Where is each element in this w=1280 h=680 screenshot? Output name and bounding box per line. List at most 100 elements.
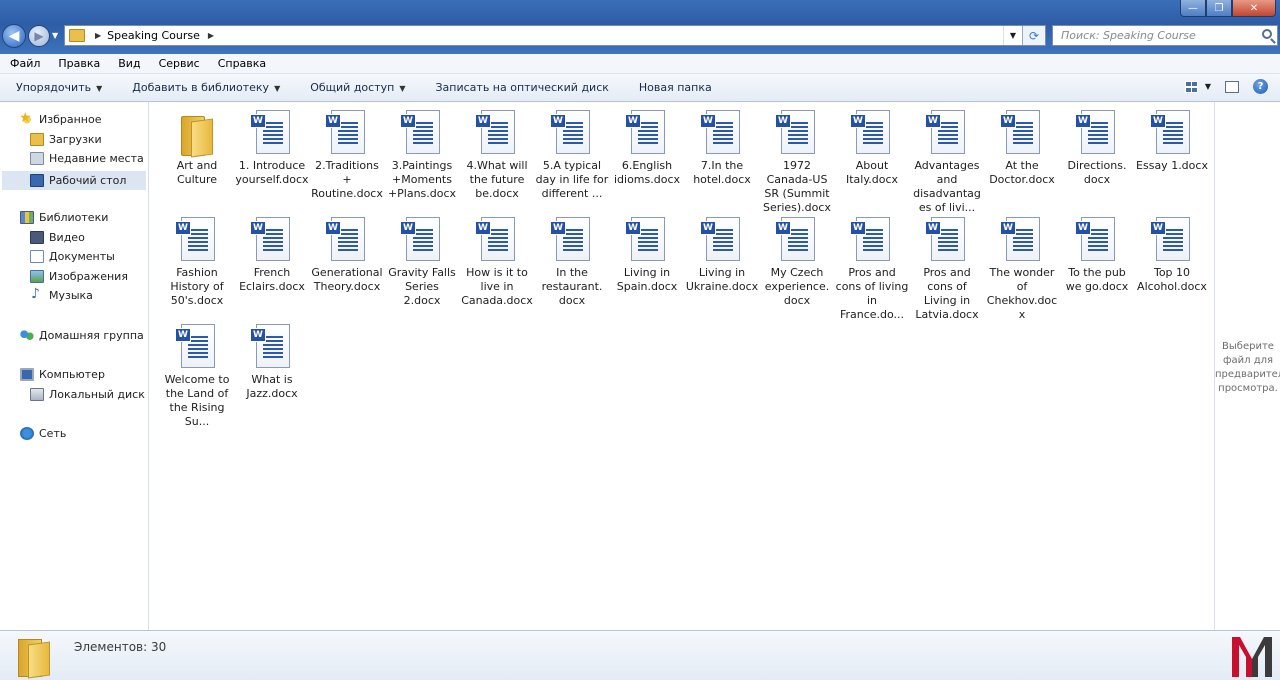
file-name: 1. Introduce yourself.docx [235, 159, 309, 186]
change-view-icon[interactable] [1184, 80, 1199, 93]
back-button[interactable]: ◀ [2, 24, 26, 48]
word-document-icon: W [250, 324, 294, 370]
refresh-icon: ⟳ [1028, 28, 1040, 43]
forward-button[interactable]: ▶ [28, 25, 50, 47]
nav-desktop[interactable]: Рабочий стол [2, 171, 146, 190]
address-bar[interactable]: ▶ Speaking Course ▶ ▼ ⟳ [64, 25, 1046, 46]
breadcrumb-separator-icon[interactable]: ▶ [95, 31, 101, 40]
nav-music-label: Музыка [49, 289, 93, 302]
burn-button[interactable]: Записать на оптический диск [419, 81, 622, 94]
burn-label: Записать на оптический диск [435, 81, 609, 94]
nav-homegroup[interactable]: Домашняя группа [20, 329, 144, 342]
file-item[interactable]: W 3.Paintings +Moments +Plans.docx [385, 110, 459, 201]
file-item[interactable]: W The wonder of Chekhov.docx [985, 217, 1059, 322]
file-item[interactable]: W Pros and cons of Living in Latvia.docx [910, 217, 984, 322]
file-item[interactable]: W 1972 Canada-US SR (Summit Series).docx [760, 110, 834, 215]
file-item[interactable]: W About Italy.docx [835, 110, 909, 187]
minimize-button[interactable]: — [1180, 0, 1206, 17]
nav-recent-label: Недавние места [49, 152, 144, 165]
file-item[interactable]: W Living in Spain.docx [610, 217, 684, 294]
maximize-button[interactable]: ❐ [1206, 0, 1232, 17]
recent-places-icon [30, 152, 44, 165]
nav-images[interactable]: Изображения [30, 270, 128, 283]
status-bar: Элементов: 30 [0, 630, 1280, 680]
breadcrumb-current[interactable]: Speaking Course [107, 29, 200, 42]
folder-item[interactable]: Art and Culture [160, 110, 234, 187]
view-options-chevron-icon[interactable]: ▼ [1205, 82, 1211, 91]
file-item[interactable]: W My Czech experience. docx [760, 217, 834, 308]
file-item[interactable]: W 6.English idioms.docx [610, 110, 684, 187]
file-item[interactable]: W 5.A typical day in life for different .… [535, 110, 609, 201]
libraries-icon [20, 211, 34, 224]
recent-pages-dropdown[interactable]: ▼ [52, 31, 58, 40]
file-name: What is Jazz.docx [246, 373, 298, 400]
file-item[interactable]: W 7.In the hotel.docx [685, 110, 759, 187]
file-item[interactable]: W How is it to live in Canada.docx [460, 217, 534, 308]
menu-view[interactable]: Вид [108, 57, 148, 70]
word-document-icon: W [775, 217, 819, 263]
desktop-icon [30, 174, 44, 187]
nav-music[interactable]: Музыка [30, 286, 93, 302]
nav-network[interactable]: Сеть [20, 427, 66, 440]
file-name: Directions. docx [1067, 159, 1127, 186]
preview-pane-icon[interactable] [1225, 80, 1239, 93]
word-document-icon: W [925, 217, 969, 263]
item-count: Элементов: 30 [74, 640, 167, 654]
share-button[interactable]: Общий доступ ▼ [294, 81, 419, 94]
word-document-icon: W [475, 110, 519, 156]
file-name: About Italy.docx [845, 159, 899, 186]
file-item[interactable]: W Fashion History of 50's.docx [160, 217, 234, 308]
file-item[interactable]: W French Eclairs.docx [235, 217, 309, 294]
music-icon [30, 286, 44, 302]
close-button[interactable]: ✕ [1232, 0, 1276, 17]
file-item[interactable]: W In the restaurant. docx [535, 217, 609, 308]
file-name: Pros and cons of living in France.do... [835, 266, 909, 321]
nav-libraries[interactable]: Библиотеки [20, 211, 108, 224]
menu-help[interactable]: Справка [208, 57, 274, 70]
address-history-dropdown[interactable]: ▼ [1003, 26, 1022, 45]
word-document-icon: W [250, 110, 294, 156]
file-item[interactable]: W 1. Introduce yourself.docx [235, 110, 309, 187]
nav-downloads[interactable]: Загрузки [30, 133, 102, 146]
menu-tools[interactable]: Сервис [149, 57, 208, 70]
file-item[interactable]: W At the Doctor.docx [985, 110, 1059, 187]
file-item[interactable]: W Essay 1.docx [1135, 110, 1209, 173]
new-folder-button[interactable]: Новая папка [623, 81, 726, 94]
file-name: The wonder of Chekhov.docx [986, 266, 1058, 321]
word-document-icon: W [175, 324, 219, 370]
file-name: French Eclairs.docx [239, 266, 305, 293]
nav-local-disk[interactable]: Локальный диск (C [30, 388, 148, 401]
file-item[interactable]: W 2.Traditions + Routine.docx [310, 110, 384, 201]
file-item[interactable]: W Advantages and disadvantages of livi... [910, 110, 984, 215]
breadcrumb-separator-icon[interactable]: ▶ [208, 31, 214, 40]
file-item[interactable]: W Generational Theory.docx [310, 217, 384, 294]
chevron-down-icon: ▼ [96, 84, 103, 93]
file-item[interactable]: W What is Jazz.docx [235, 324, 309, 401]
search-input[interactable]: Поиск: Speaking Course [1052, 25, 1278, 46]
add-to-library-button[interactable]: Добавить в библиотеку ▼ [116, 81, 294, 94]
menu-file[interactable]: Файл [0, 57, 48, 70]
file-item[interactable]: W To the pub we go.docx [1060, 217, 1134, 294]
file-item[interactable]: W Welcome to the Land of the Rising Su... [160, 324, 234, 429]
nav-computer[interactable]: Компьютер [20, 368, 105, 381]
word-document-icon: W [775, 110, 819, 156]
refresh-button[interactable]: ⟳ [1022, 26, 1045, 45]
word-document-icon: W [625, 110, 669, 156]
file-item[interactable]: W Pros and cons of living in France.do... [835, 217, 909, 322]
chevron-down-icon: ▼ [399, 84, 406, 93]
nav-favorites[interactable]: Избранное [19, 110, 102, 126]
file-item[interactable]: W Top 10 Alcohol.docx [1135, 217, 1209, 294]
organize-button[interactable]: Упорядочить ▼ [0, 81, 116, 94]
file-item[interactable]: W Living in Ukraine.docx [685, 217, 759, 294]
file-item[interactable]: W Directions. docx [1060, 110, 1134, 187]
help-icon[interactable]: ? [1253, 79, 1268, 94]
file-item[interactable]: W Gravity Falls Series 2.docx [385, 217, 459, 308]
nav-documents[interactable]: Документы [30, 250, 115, 263]
nav-favorites-label: Избранное [39, 113, 102, 126]
file-name: Gravity Falls Series 2.docx [388, 266, 456, 307]
nav-video[interactable]: Видео [30, 231, 85, 244]
nav-recent-places[interactable]: Недавние места [30, 152, 144, 165]
file-item[interactable]: W 4.What will the future be.docx [460, 110, 534, 201]
menu-edit[interactable]: Правка [48, 57, 108, 70]
organize-label: Упорядочить [16, 81, 92, 94]
